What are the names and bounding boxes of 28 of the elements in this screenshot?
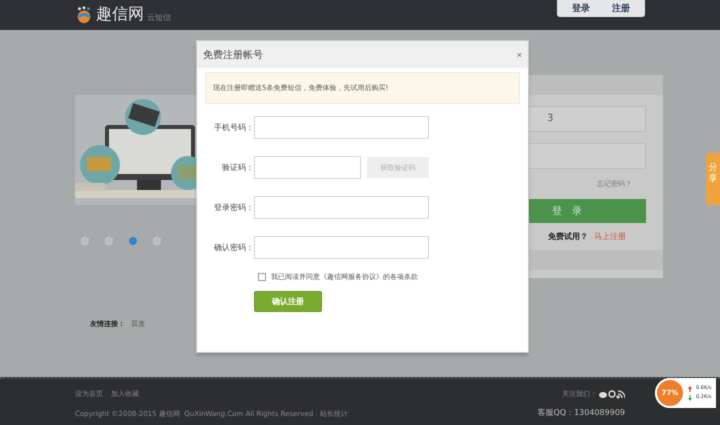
input-field[interactable] [254,156,361,179]
download-arrow-icon [688,394,692,400]
agreement-checkbox[interactable] [258,273,266,281]
slider-dot[interactable] [129,237,137,245]
input-field[interactable] [254,196,429,219]
slider-dot[interactable] [153,237,161,245]
header-button[interactable]: 注册 [601,0,641,17]
header-button[interactable]: 登录 [561,0,601,17]
field-label: 验证码： [221,162,254,173]
confirm-register-button[interactable]: 确认注册 [254,291,322,312]
slider-dot[interactable] [105,237,113,245]
trial-text: 免费试用？ [548,231,588,242]
input-field[interactable] [254,116,429,139]
field-label: 手机号码： [213,122,254,133]
slider-dot[interactable] [81,237,89,245]
field-label: 确认密码： [213,242,254,253]
share-tab[interactable]: 分享 [706,153,720,205]
register-link[interactable]: 马上注册 [594,231,626,242]
close-button[interactable]: × [516,50,522,60]
upload-arrow-icon [688,386,692,392]
social-icons[interactable] [599,390,625,398]
logo-text: 趣信网 [96,4,144,24]
customer-service-qq: 客服QQ：1304089909 [538,407,625,418]
field-label: 登录密码： [213,202,254,213]
logo-subtitle: 云短信 [147,12,171,24]
dialog-title: 免费注册帐号 [203,48,263,62]
input-field[interactable] [254,236,429,259]
logo-icon [75,6,93,24]
